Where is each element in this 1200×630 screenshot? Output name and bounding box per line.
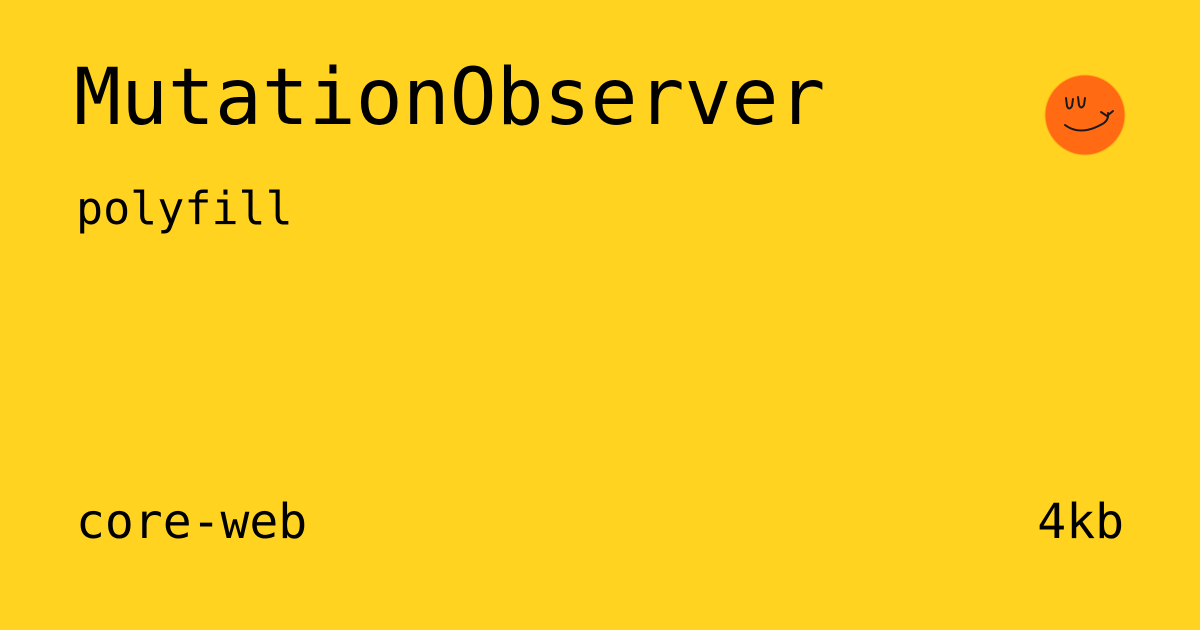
package-type: polyfill <box>76 182 293 235</box>
package-name: MutationObserver <box>74 53 826 143</box>
logo-circle <box>1044 74 1126 156</box>
smiley-face-logo-icon <box>1044 74 1126 156</box>
social-card: MutationObserver polyfill core-web 4kb <box>0 0 1200 630</box>
package-group: core-web <box>76 494 308 550</box>
package-size: 4kb <box>1037 494 1124 550</box>
